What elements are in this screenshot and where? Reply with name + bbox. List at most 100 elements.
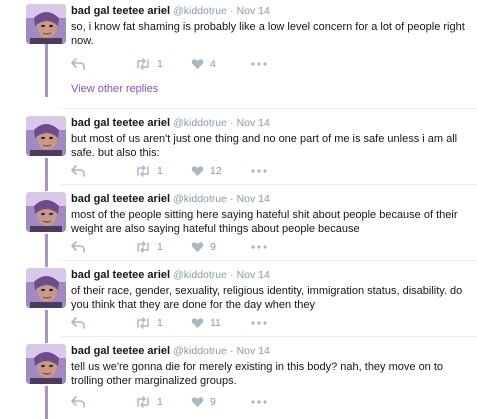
- reply-button[interactable]: [71, 239, 85, 255]
- more-dots-icon: [251, 62, 267, 66]
- retweet-count: 1: [157, 165, 163, 177]
- tweet-text: of their race, gender, sexuality, religi…: [71, 285, 463, 311]
- tweet-thread: bad gal teetee ariel @kiddotrue · Nov 14…: [0, 0, 477, 419]
- tweet-header: bad gal teetee ariel @kiddotrue · Nov 14: [71, 192, 270, 206]
- tweet[interactable]: bad gal teetee ariel @kiddotrue · Nov 14…: [0, 4, 477, 104]
- retweet-icon: [135, 396, 151, 408]
- tweet[interactable]: bad gal teetee ariel @kiddotrue · Nov 14…: [0, 192, 477, 264]
- more-button[interactable]: [251, 163, 267, 179]
- retweet-icon: [135, 317, 151, 329]
- reply-icon: [71, 58, 85, 70]
- retweet-button[interactable]: 1: [135, 315, 163, 331]
- tweet-text: so, i know fat shaming is probably like …: [71, 21, 465, 47]
- retweet-count: 1: [157, 396, 163, 408]
- more-button[interactable]: [251, 56, 267, 72]
- separator-dot: ·: [230, 117, 234, 129]
- heart-icon: [191, 58, 204, 70]
- retweet-button[interactable]: 1: [135, 239, 163, 255]
- tweet-header: bad gal teetee ariel @kiddotrue · Nov 14: [71, 344, 270, 358]
- author-handle[interactable]: @kiddotrue: [173, 5, 227, 17]
- retweet-button[interactable]: 1: [135, 56, 163, 72]
- tweet-actions: 1 11: [71, 315, 291, 331]
- reply-icon: [71, 396, 85, 408]
- timestamp[interactable]: Nov 14: [237, 5, 270, 17]
- more-button[interactable]: [251, 315, 267, 331]
- tweet-header: bad gal teetee ariel @kiddotrue · Nov 14: [71, 268, 270, 282]
- author-name[interactable]: bad gal teetee ariel: [71, 5, 170, 17]
- more-button[interactable]: [251, 239, 267, 255]
- more-dots-icon: [251, 245, 267, 249]
- reply-icon: [71, 317, 85, 329]
- avatar[interactable]: [26, 116, 66, 156]
- tweet-actions: 1 12: [71, 163, 291, 179]
- divider: [60, 108, 477, 109]
- author-name[interactable]: bad gal teetee ariel: [71, 269, 170, 281]
- like-button[interactable]: 9: [191, 239, 216, 255]
- author-handle[interactable]: @kiddotrue: [173, 345, 227, 357]
- reply-icon: [71, 241, 85, 253]
- divider: [60, 260, 477, 261]
- divider: [60, 184, 477, 185]
- tweet[interactable]: bad gal teetee ariel @kiddotrue · Nov 14…: [0, 344, 477, 419]
- like-count: 9: [210, 396, 216, 408]
- like-count: 11: [210, 317, 221, 329]
- tweet-text: tell us we're gonna die for merely exist…: [71, 361, 444, 387]
- like-button[interactable]: 9: [191, 394, 216, 410]
- avatar[interactable]: [26, 4, 66, 44]
- like-count: 4: [210, 58, 216, 70]
- author-name[interactable]: bad gal teetee ariel: [71, 117, 170, 129]
- heart-icon: [191, 396, 204, 408]
- retweet-count: 1: [157, 58, 163, 70]
- heart-icon: [191, 165, 204, 177]
- timestamp[interactable]: Nov 14: [237, 345, 270, 357]
- heart-icon: [191, 241, 204, 253]
- avatar[interactable]: [26, 268, 66, 308]
- view-other-replies-link[interactable]: View other replies: [71, 82, 158, 96]
- separator-dot: ·: [230, 5, 234, 17]
- retweet-button[interactable]: 1: [135, 394, 163, 410]
- tweet[interactable]: bad gal teetee ariel @kiddotrue · Nov 14…: [0, 116, 477, 188]
- like-count: 12: [210, 165, 222, 177]
- like-button[interactable]: 11: [191, 315, 221, 331]
- heart-icon: [191, 317, 204, 329]
- retweet-count: 1: [157, 317, 163, 329]
- like-count: 9: [210, 241, 216, 253]
- tweet-text: but most of us aren't just one thing and…: [71, 133, 458, 159]
- timestamp[interactable]: Nov 14: [237, 117, 270, 129]
- author-name[interactable]: bad gal teetee ariel: [71, 345, 170, 357]
- author-handle[interactable]: @kiddotrue: [173, 117, 227, 129]
- author-handle[interactable]: @kiddotrue: [173, 193, 227, 205]
- tweet-text: most of the people sitting here saying h…: [71, 209, 458, 235]
- avatar[interactable]: [26, 192, 66, 232]
- more-dots-icon: [251, 321, 267, 325]
- author-name[interactable]: bad gal teetee ariel: [71, 193, 170, 205]
- more-dots-icon: [251, 400, 267, 404]
- tweet[interactable]: bad gal teetee ariel @kiddotrue · Nov 14…: [0, 268, 477, 340]
- separator-dot: ·: [230, 193, 234, 205]
- reply-button[interactable]: [71, 394, 85, 410]
- retweet-icon: [135, 58, 151, 70]
- retweet-count: 1: [157, 241, 163, 253]
- reply-icon: [71, 165, 85, 177]
- divider: [60, 336, 477, 337]
- separator-dot: ·: [230, 269, 234, 281]
- tweet-header: bad gal teetee ariel @kiddotrue · Nov 14: [71, 4, 270, 18]
- like-button[interactable]: 4: [191, 56, 216, 72]
- avatar[interactable]: [26, 344, 66, 384]
- tweet-actions: 1 4: [71, 56, 291, 72]
- reply-button[interactable]: [71, 315, 85, 331]
- timestamp[interactable]: Nov 14: [237, 193, 270, 205]
- tweet-actions: 1 9: [71, 394, 291, 410]
- timestamp[interactable]: Nov 14: [237, 269, 270, 281]
- tweet-actions: 1 9: [71, 239, 291, 255]
- like-button[interactable]: 12: [191, 163, 222, 179]
- more-dots-icon: [251, 169, 267, 173]
- author-handle[interactable]: @kiddotrue: [173, 269, 227, 281]
- more-button[interactable]: [251, 394, 267, 410]
- reply-button[interactable]: [71, 56, 85, 72]
- retweet-button[interactable]: 1: [135, 163, 163, 179]
- retweet-icon: [135, 241, 151, 253]
- reply-button[interactable]: [71, 163, 85, 179]
- tweet-header: bad gal teetee ariel @kiddotrue · Nov 14: [71, 116, 270, 130]
- separator-dot: ·: [230, 345, 234, 357]
